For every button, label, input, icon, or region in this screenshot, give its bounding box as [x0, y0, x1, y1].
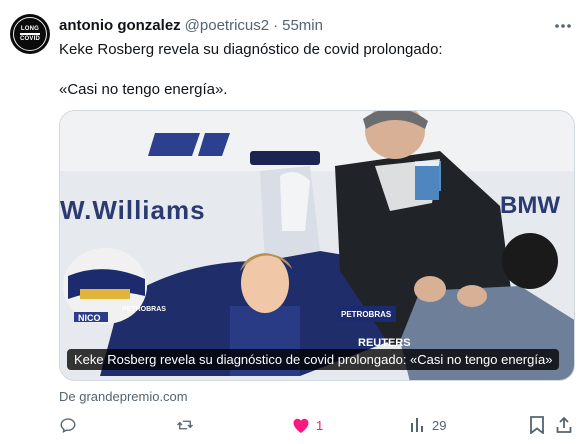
sidepod-petrobras-text: PETROBRAS [341, 310, 392, 319]
post-time[interactable]: 55min [282, 17, 323, 34]
views-button[interactable]: 29 [410, 414, 446, 436]
helmet-petrobras-text: PETROBRAS [122, 306, 166, 313]
bookmark-button[interactable] [529, 414, 545, 436]
banner-bmw-text: BMW [500, 192, 560, 219]
more-options-button[interactable] [553, 17, 573, 35]
action-bar: 1 29 [59, 414, 575, 436]
views-count: 29 [432, 417, 447, 433]
repost-button[interactable] [175, 414, 195, 436]
views-bar-chart-icon [411, 418, 423, 432]
bookmark-icon [530, 416, 544, 434]
post-header: antonio gonzalez @poetricus2 · 55min [59, 17, 323, 34]
author-handle[interactable]: @poetricus2 [185, 17, 269, 34]
reply-button[interactable] [59, 414, 77, 436]
helmet-nico-text: NICO [78, 313, 101, 323]
share-icon [556, 416, 572, 433]
post-text-line-1: Keke Rosberg revela su diagnóstico de co… [59, 41, 443, 58]
avatar[interactable]: LONG COVID [10, 14, 50, 54]
sidepod-reuters-text: REUTERS [358, 337, 411, 349]
avatar-logo-divider [20, 33, 40, 35]
reply-icon [60, 418, 76, 434]
post-text-line-2: «Casi no tengo energía». [59, 81, 228, 98]
link-source[interactable]: De grandepremio.com [59, 389, 188, 404]
news-photo: W.Williams BMW NICO PETROBRAS PETROBRAS [60, 111, 574, 380]
more-icon [555, 24, 571, 28]
like-button[interactable]: 1 [292, 414, 323, 436]
media-card[interactable]: W.Williams BMW NICO PETROBRAS PETROBRAS [59, 110, 575, 381]
heart-filled-icon [293, 418, 309, 433]
avatar-logo-line2: COVID [19, 35, 40, 42]
media-caption: Keke Rosberg revela su diagnóstico de co… [67, 349, 560, 370]
avatar-logo-line1: LONG [20, 26, 40, 33]
share-button[interactable] [556, 414, 572, 436]
long-covid-logo: LONG COVID [13, 17, 47, 51]
author-name[interactable]: antonio gonzalez [59, 17, 181, 34]
banner-williams-text: W.Williams [60, 195, 206, 225]
repost-icon [177, 420, 193, 430]
time-separator: · [273, 17, 279, 34]
like-count: 1 [316, 417, 324, 433]
